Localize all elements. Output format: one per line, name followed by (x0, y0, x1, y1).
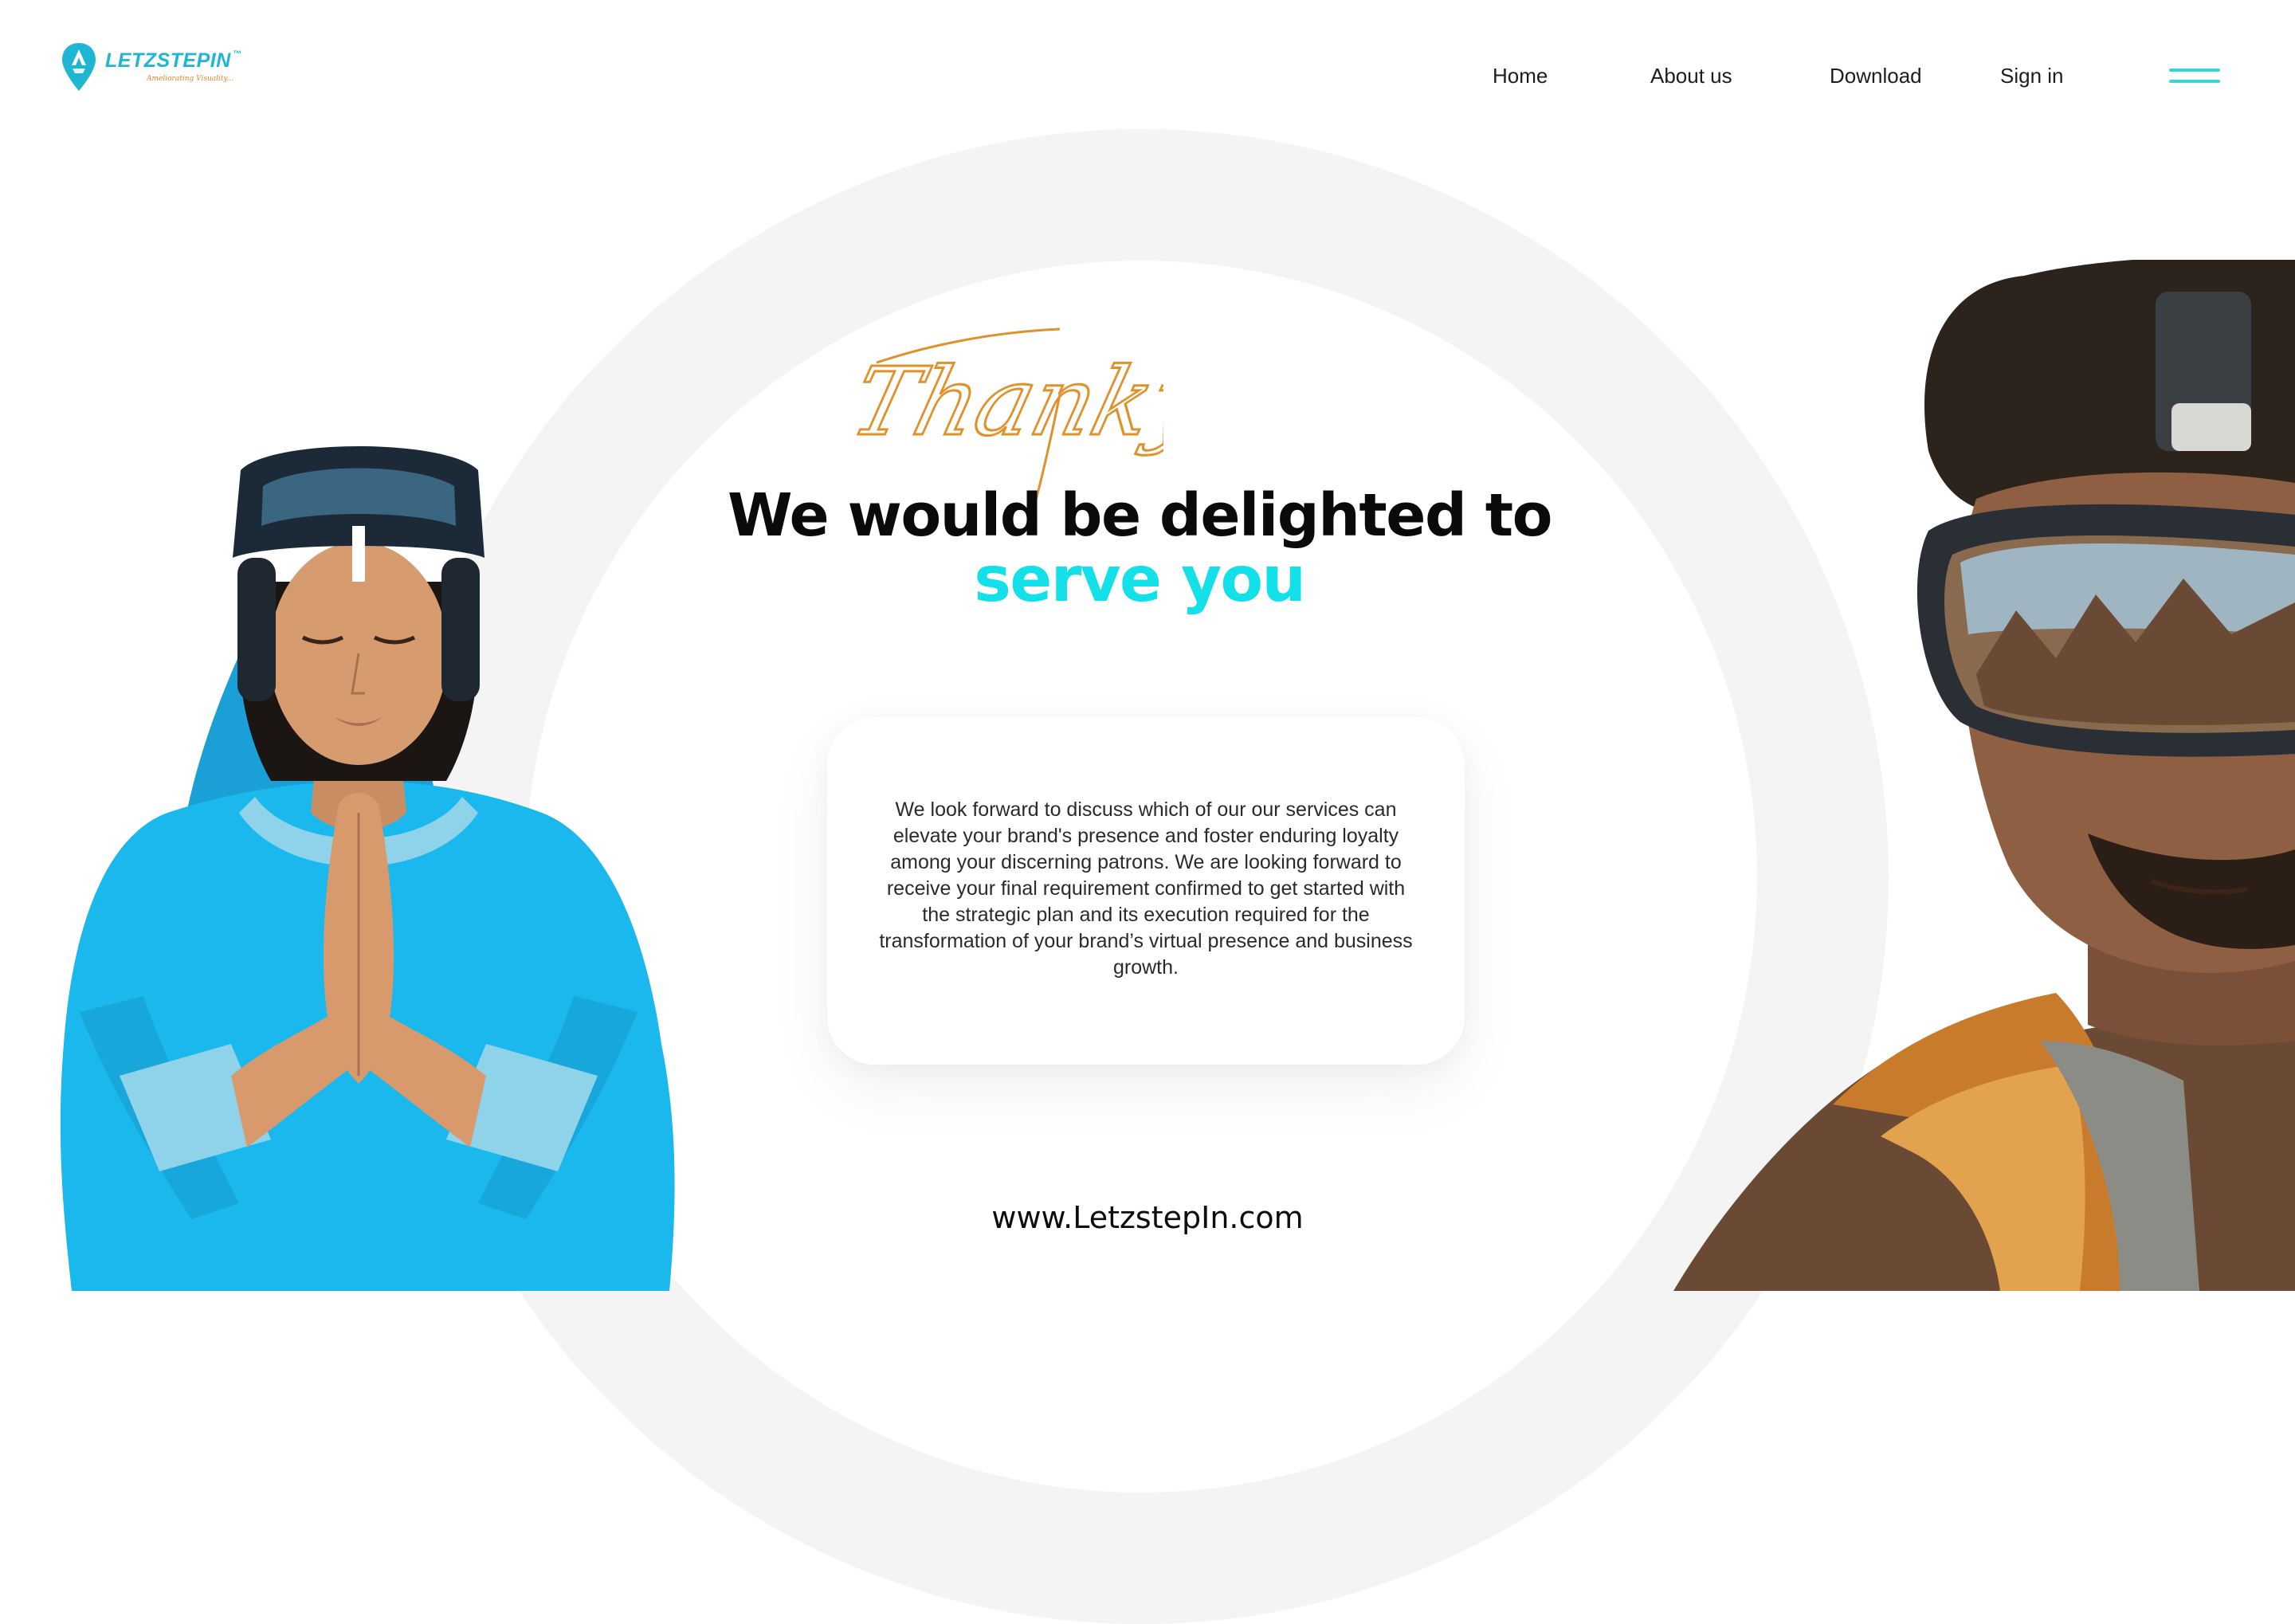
thankyou-script-text: Thankyou (845, 348, 1163, 457)
headline: We would be delighted to (728, 481, 1552, 550)
nav-sign-in[interactable]: Sign in (2000, 64, 2064, 88)
brand-tagline: Ameliorating Visuality... (147, 75, 233, 83)
brand-logo[interactable]: LETZSTEPIN ™ Ameliorating Visuality... (61, 41, 252, 97)
trademark-symbol: ™ (232, 49, 242, 59)
nav-about-us[interactable]: About us (1650, 64, 1732, 88)
woman-vr-image (60, 446, 675, 1291)
headline-accent: serve you (974, 544, 1306, 616)
message-card: We look forward to discuss which of our … (827, 717, 1465, 1065)
brand-name-text: LETZSTEPIN (105, 49, 231, 72)
man-vr-image (1673, 260, 2295, 1291)
thankyou-script: Thankyou (845, 328, 1163, 500)
hamburger-icon[interactable] (2169, 69, 2220, 88)
nav-home[interactable]: Home (1493, 64, 1548, 88)
website-link[interactable]: www.LetzstepIn.com (908, 1200, 1387, 1235)
location-pin-icon (62, 43, 96, 91)
message-body: We look forward to discuss which of our … (879, 798, 1413, 979)
nav-download[interactable]: Download (1830, 64, 1922, 88)
brand-name: LETZSTEPIN ™ (105, 49, 241, 73)
